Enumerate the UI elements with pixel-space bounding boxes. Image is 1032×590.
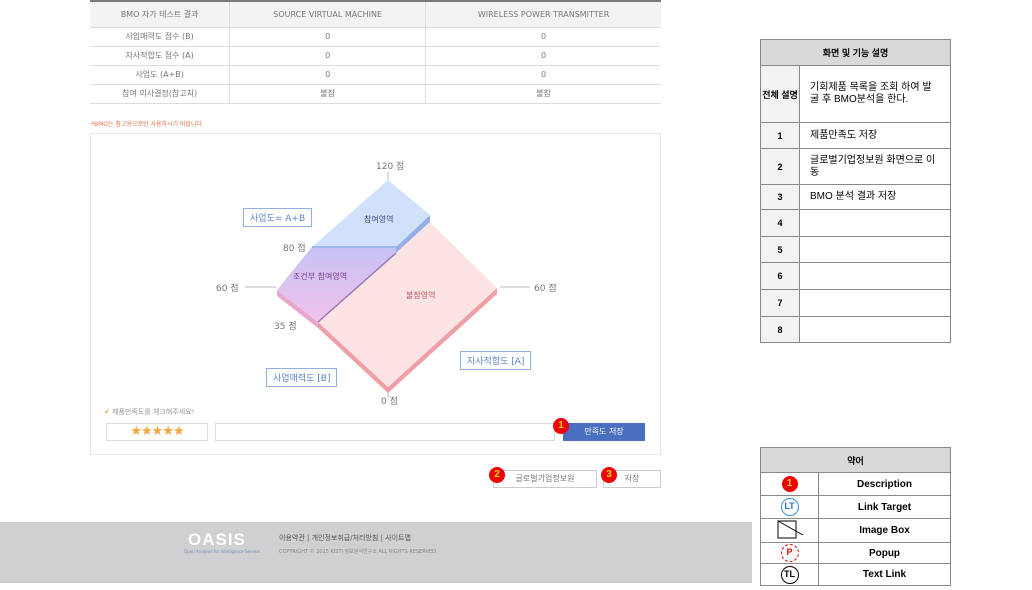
logo-text: OASIS — [188, 530, 246, 549]
row-number: 7 — [760, 289, 800, 317]
star-icon[interactable]: ★ — [173, 424, 185, 439]
bmo-diagram — [245, 172, 530, 398]
link-target-icon: LT — [780, 498, 799, 516]
desc-title: 화면 및 기능 설명 — [760, 39, 951, 66]
row-text: 제품만족도 저장 — [799, 122, 951, 149]
text-link-icon: TL — [780, 565, 799, 584]
row-text — [799, 209, 951, 237]
badge-2: 2 — [489, 467, 505, 483]
star-icon[interactable]: ★ — [162, 424, 174, 439]
satisfaction-prompt: ✔ 제품만족도를 체크해주세요! — [104, 407, 194, 417]
overview-text: 기회제품 목록을 조회 하여 발굴 후 BMO분석을 한다. — [799, 65, 951, 123]
star-icon[interactable]: ★ — [141, 424, 153, 439]
row-text: 글로벌기업정보원 화면으로 이동 — [799, 148, 951, 185]
prompt-text: 제품만족도를 체크해주세요! — [112, 408, 195, 416]
axis-a-box: 자사적합도 [A] — [460, 351, 532, 370]
row-number: 8 — [760, 316, 800, 343]
star-rating[interactable]: ★★★★★ — [106, 423, 208, 441]
region-conditional-label: 조건부 참여영역 — [293, 272, 348, 281]
legend-title: 약어 — [760, 447, 951, 473]
description-badge-icon: 1 — [781, 476, 798, 492]
row-number: 5 — [760, 236, 800, 263]
formula-box: 사업도= A+B — [243, 208, 313, 227]
row-text — [799, 289, 951, 317]
label-80: 80 점 — [283, 244, 306, 254]
footer-link-sitemap[interactable]: 사이트맵 — [385, 534, 411, 542]
row-text: BMO 분석 결과 저장 — [799, 184, 951, 210]
row-text — [799, 316, 951, 343]
star-icon[interactable]: ★ — [152, 424, 164, 439]
copyright: COPYRIGHT © 2015 KISTI 정보분석연구소 ALL RIGHT… — [279, 549, 438, 555]
star-icon[interactable]: ★ — [130, 424, 142, 439]
label-35: 35 점 — [274, 322, 297, 332]
axis-b-box: 사업매력도 [B] — [266, 368, 338, 387]
legend-label: Image Box — [818, 518, 951, 543]
label-60-left: 60 점 — [216, 284, 239, 294]
legend-label: Description — [818, 472, 951, 496]
save-satisfaction-button[interactable]: 만족도 저장 — [563, 423, 645, 441]
row-text — [799, 262, 951, 290]
oasis-logo: OASIS — [188, 530, 246, 550]
region-absent-label: 불참영역 — [406, 291, 436, 300]
label-120: 120 점 — [376, 162, 405, 172]
description-table: 화면 및 기능 설명 전체 설명 기회제품 목록을 조회 하여 발굴 후 BMO분… — [760, 39, 951, 343]
global-company-info-button[interactable]: 글로벌기업정보원 — [493, 470, 597, 488]
label-60-right: 60 점 — [534, 284, 557, 294]
badge-1: 1 — [553, 418, 569, 434]
row-number: 1 — [760, 122, 800, 149]
region-participate-label: 참여영역 — [364, 215, 394, 224]
image-box-icon — [777, 520, 803, 539]
legend-label: Text Link — [818, 563, 951, 586]
popup-icon: P — [780, 544, 799, 562]
check-icon: ✔ — [104, 408, 110, 416]
label-0: 0 점 — [381, 397, 398, 407]
row-number: 6 — [760, 262, 800, 290]
legend-label: Link Target — [818, 495, 951, 519]
row-text — [799, 236, 951, 263]
badge-3: 3 — [601, 467, 617, 483]
logo-subtitle: Open Analysis for Intelligence Service — [184, 549, 260, 554]
legend-table: 약어 1 Description LT Link Target Image Box … — [760, 447, 951, 586]
row-number: 4 — [760, 209, 800, 237]
legend-label: Popup — [818, 542, 951, 564]
footer-link-terms[interactable]: 이용약관 — [279, 534, 305, 542]
footer: OASIS Open Analysis for Intelligence Ser… — [0, 522, 752, 583]
footer-link-privacy[interactable]: 개인정보취급/처리방침 — [312, 534, 379, 542]
row-number: 2 — [760, 148, 800, 185]
footer-links: 이용약관 | 개인정보취급/처리방침 | 사이트맵 — [279, 534, 411, 542]
satisfaction-input[interactable] — [215, 423, 555, 441]
overview-label: 전체 설명 — [760, 65, 800, 123]
row-number: 3 — [760, 184, 800, 210]
